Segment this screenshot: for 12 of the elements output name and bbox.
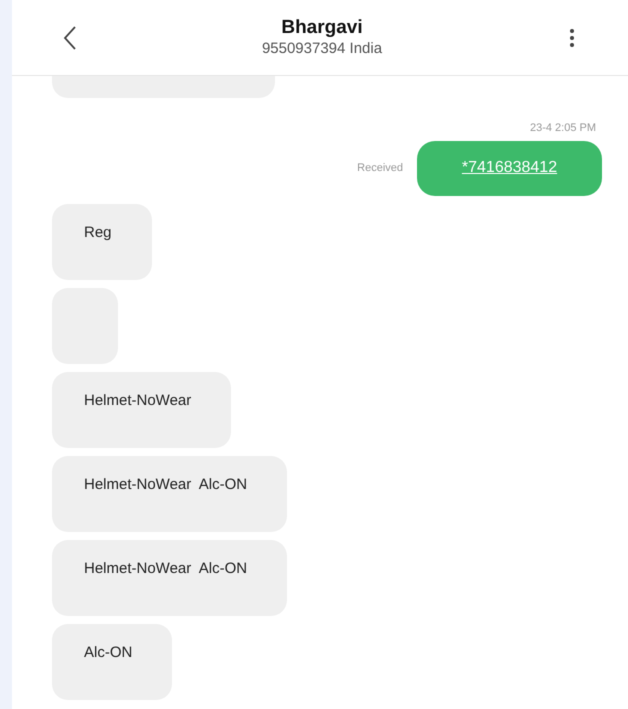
message-bubble: Alc-ON: [52, 624, 172, 700]
message-time: 23-4 2:05 PM: [530, 121, 597, 136]
contact-name: Bhargavi: [281, 16, 363, 40]
delivery-status: Received: [357, 160, 403, 176]
message-bubble: Helmet-NoWear Alc-ON: [52, 540, 288, 616]
message-bubble: Helmet-NoWear Alc-ON: [52, 456, 288, 532]
message-bubble: Reg: [52, 204, 152, 280]
phone-link[interactable]: *7416838412: [462, 156, 558, 180]
back-icon: [63, 24, 77, 50]
more-icon: [569, 26, 575, 48]
contact-number: 9550937394 India: [262, 40, 382, 59]
message-bubble: Helmet-NoWear: [52, 372, 232, 448]
